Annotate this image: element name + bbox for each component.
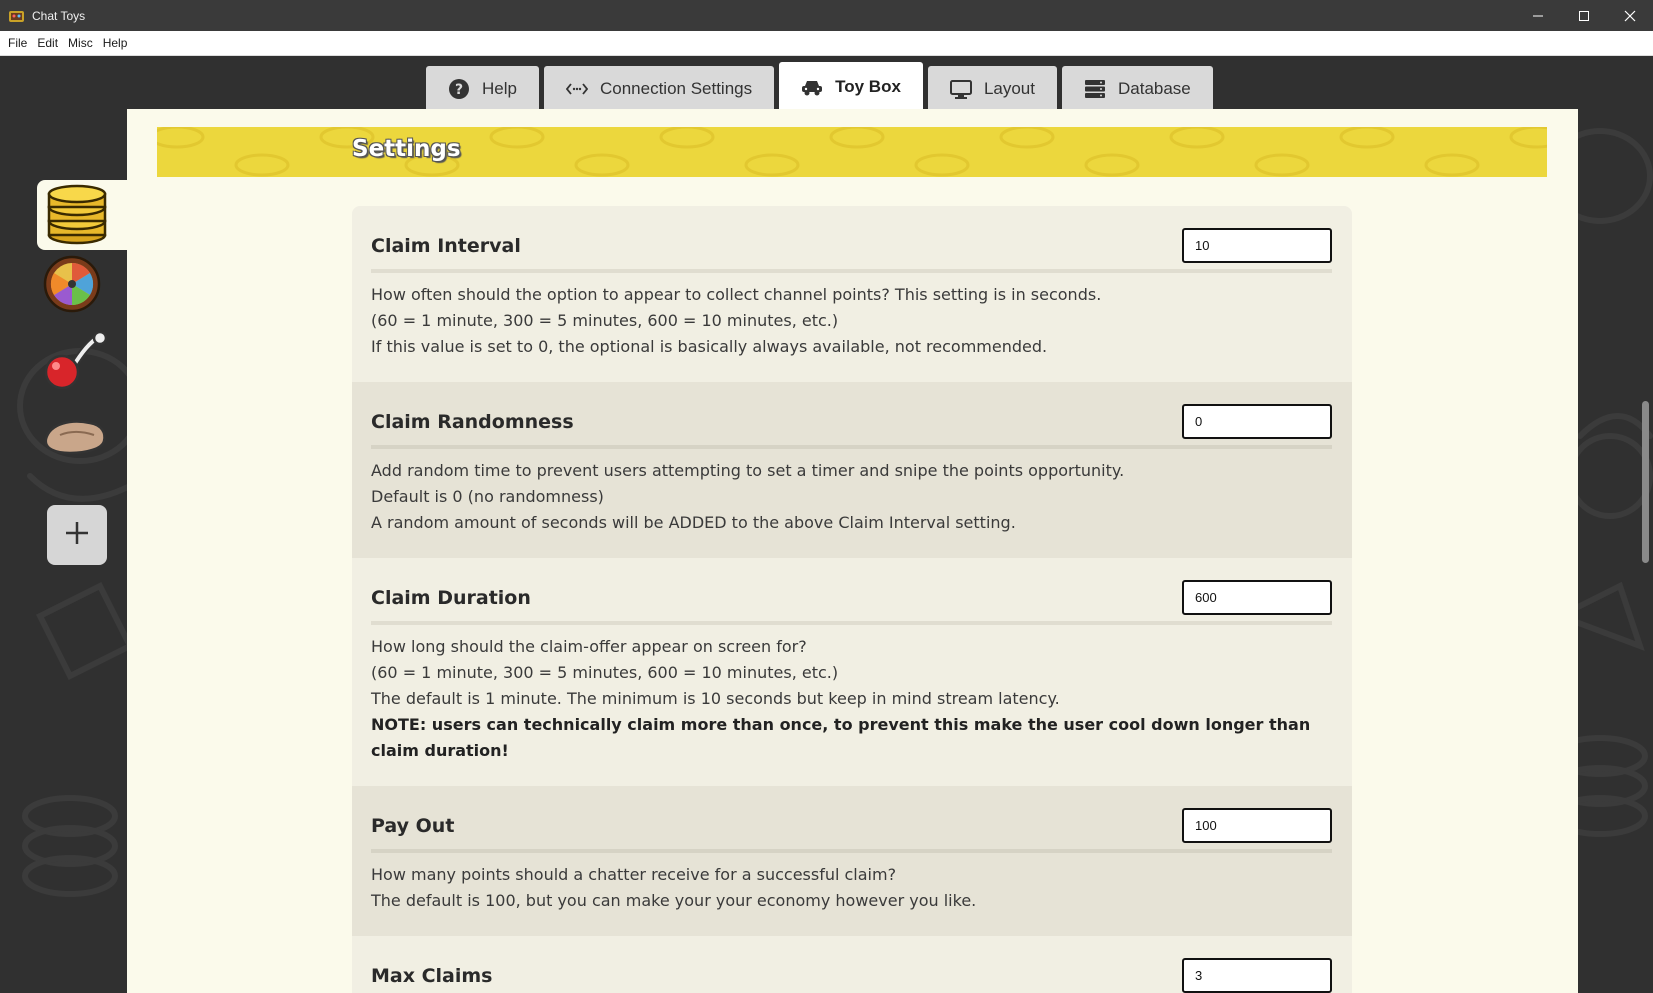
- settings-banner: Settings: [157, 127, 1547, 177]
- coin-stack-icon: [42, 181, 112, 249]
- description-line: A random amount of seconds will be ADDED…: [371, 513, 1016, 532]
- setting-label: Claim Randomness: [371, 410, 574, 433]
- settings-list: Claim Interval How often should the opti…: [352, 206, 1352, 993]
- description-line: The default is 100, but you can make you…: [371, 891, 977, 910]
- rattle-toy-icon: [42, 330, 108, 396]
- section-title: Settings: [352, 136, 461, 162]
- tab-database-label: Database: [1117, 79, 1191, 98]
- code-arrows-icon: [565, 78, 588, 100]
- sidebar-item-wheel[interactable]: [37, 252, 128, 322]
- tab-layout[interactable]: Layout: [927, 66, 1057, 112]
- description-line: (60 = 1 minute, 300 = 5 minutes, 600 = 1…: [371, 663, 839, 682]
- close-icon[interactable]: [1607, 0, 1653, 31]
- tab-database[interactable]: Database: [1061, 66, 1213, 112]
- setting-label: Claim Duration: [371, 586, 531, 609]
- tab-help[interactable]: ? Help: [426, 66, 539, 112]
- setting-description: How long should the claim-offer appear o…: [371, 634, 1332, 764]
- tab-toy-box-label: Toy Box: [835, 77, 901, 96]
- pay-out-input[interactable]: [1182, 808, 1332, 843]
- claim-interval-input[interactable]: [1182, 228, 1332, 263]
- hand-icon: [42, 415, 108, 463]
- tab-layout-label: Layout: [983, 79, 1035, 98]
- car-icon: [801, 76, 823, 98]
- setting-claim-randomness: Claim Randomness Add random time to prev…: [352, 382, 1352, 558]
- menu-bar: File Edit Misc Help: [0, 31, 1653, 56]
- database-icon: [1084, 78, 1106, 100]
- description-line: If this value is set to 0, the optional …: [371, 337, 1048, 356]
- scrollbar-thumb[interactable]: [1642, 401, 1649, 563]
- tab-toy-box[interactable]: Toy Box: [779, 62, 923, 112]
- setting-label: Pay Out: [371, 814, 455, 837]
- max-claims-input[interactable]: [1182, 958, 1332, 993]
- setting-claim-interval: Claim Interval How often should the opti…: [352, 206, 1352, 382]
- toy-settings-panel: Settings Claim Interval How often should…: [127, 109, 1578, 993]
- add-toy-button[interactable]: [47, 505, 107, 565]
- setting-label: Claim Interval: [371, 234, 521, 257]
- description-line: The default is 1 minute. The minimum is …: [371, 689, 1060, 708]
- description-note: NOTE: users can technically claim more t…: [371, 715, 1311, 760]
- prize-wheel-icon: [42, 254, 102, 320]
- description-line: How long should the claim-offer appear o…: [371, 637, 807, 656]
- menu-edit[interactable]: Edit: [32, 36, 63, 50]
- app-icon: [9, 9, 24, 22]
- title-bar: Chat Toys: [0, 0, 1653, 31]
- svg-text:?: ?: [455, 82, 463, 98]
- description-line: How often should the option to appear to…: [371, 285, 1102, 304]
- setting-claim-duration: Claim Duration How long should the claim…: [352, 558, 1352, 786]
- claim-duration-input[interactable]: [1182, 580, 1332, 615]
- description-line: Add random time to prevent users attempt…: [371, 461, 1125, 480]
- tab-connection-settings[interactable]: Connection Settings: [543, 66, 775, 112]
- sidebar-item-hand[interactable]: [37, 404, 128, 474]
- window-scrollbar[interactable]: [1638, 56, 1653, 993]
- window-title: Chat Toys: [32, 8, 86, 23]
- plus-icon: [64, 520, 90, 550]
- setting-label: Max Claims: [371, 964, 493, 987]
- minimize-icon[interactable]: [1515, 0, 1561, 31]
- monitor-icon: [949, 78, 972, 100]
- setting-description: Add random time to prevent users attempt…: [371, 458, 1332, 536]
- menu-help[interactable]: Help: [98, 36, 133, 50]
- claim-randomness-input[interactable]: [1182, 404, 1332, 439]
- tab-help-label: Help: [482, 79, 517, 98]
- description-line: How many points should a chatter receive…: [371, 865, 897, 884]
- setting-description: How many points should a chatter receive…: [371, 862, 1332, 914]
- description-line: Default is 0 (no randomness): [371, 487, 604, 506]
- setting-description: How often should the option to appear to…: [371, 282, 1332, 360]
- question-circle-icon: ?: [448, 78, 470, 100]
- tab-bar: ? Help Connection Settings Toy Box Layou…: [426, 61, 1218, 112]
- tab-connection-settings-label: Connection Settings: [599, 79, 753, 98]
- maximize-icon[interactable]: [1561, 0, 1607, 31]
- description-line: (60 = 1 minute, 300 = 5 minutes, 600 = 1…: [371, 311, 839, 330]
- sidebar-item-rattle[interactable]: [37, 329, 128, 399]
- setting-pay-out: Pay Out How many points should a chatter…: [352, 786, 1352, 936]
- setting-max-claims: Max Claims: [352, 936, 1352, 993]
- menu-file[interactable]: File: [3, 36, 32, 50]
- menu-misc[interactable]: Misc: [63, 36, 98, 50]
- sidebar-item-coins[interactable]: [37, 180, 128, 250]
- workspace: ? Help Connection Settings Toy Box Layou…: [0, 56, 1653, 993]
